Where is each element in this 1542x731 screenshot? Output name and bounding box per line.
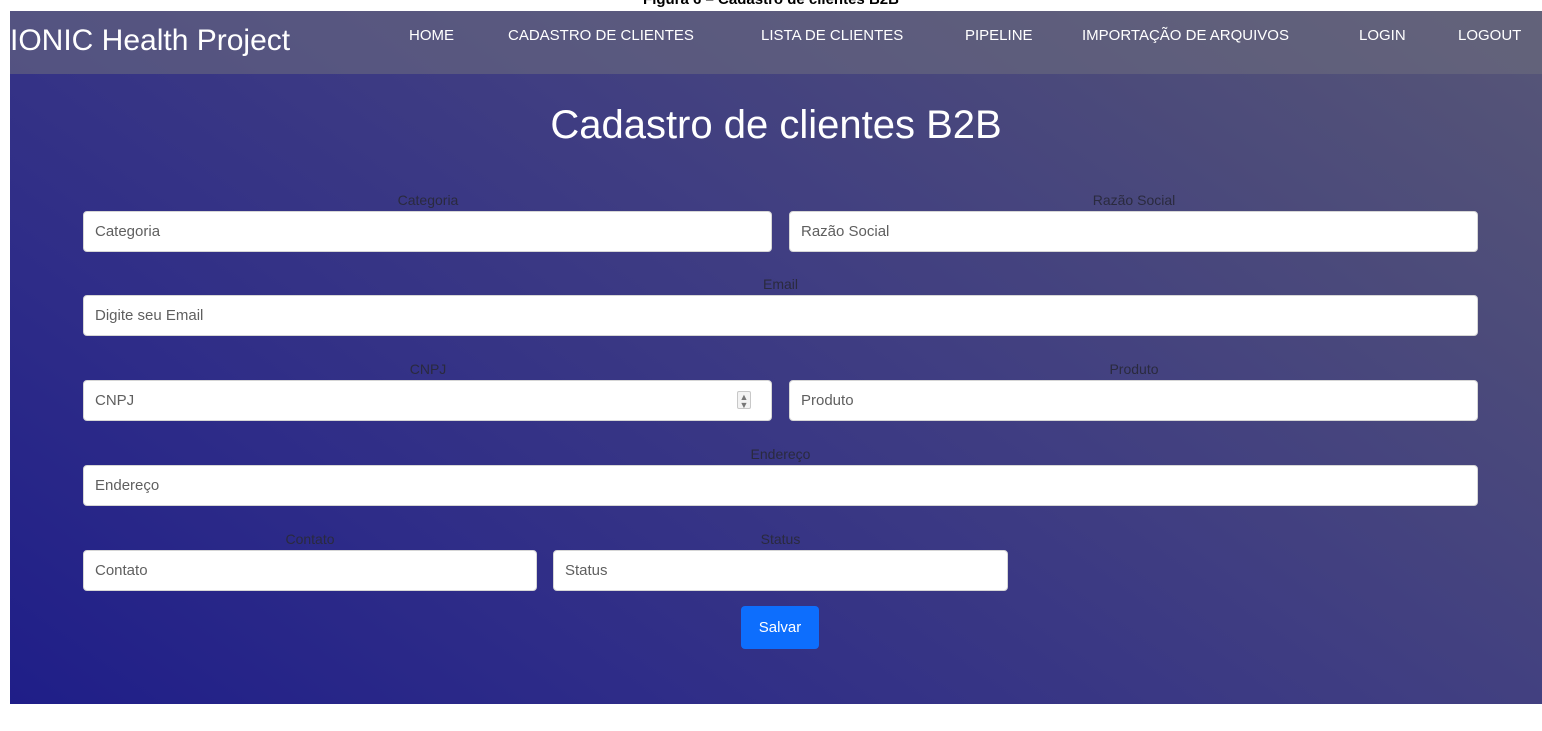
razao-social-input[interactable] <box>789 211 1478 252</box>
endereco-input[interactable] <box>83 465 1478 506</box>
save-button[interactable]: Salvar <box>741 606 819 649</box>
produto-input[interactable] <box>789 380 1478 421</box>
nav-link-home[interactable]: HOME <box>409 27 454 44</box>
navbar: IONIC Health Project HOME CADASTRO DE CL… <box>10 11 1542 74</box>
email-input[interactable] <box>83 295 1478 336</box>
nav-link-login[interactable]: LOGIN <box>1359 27 1406 44</box>
nav-link-logout[interactable]: LOGOUT <box>1458 27 1521 44</box>
cnpj-label: CNPJ <box>409 361 447 377</box>
nav-link-importacao-de-arquivos[interactable]: IMPORTAÇÃO DE ARQUIVOS <box>1082 27 1289 44</box>
status-label: Status <box>760 531 801 547</box>
brand-title[interactable]: IONIC Health Project <box>10 24 290 58</box>
page-title: Cadastro de clientes B2B <box>550 103 1002 147</box>
contato-label: Contato <box>285 531 335 547</box>
status-input[interactable] <box>553 550 1008 591</box>
nav-link-pipeline[interactable]: PIPELINE <box>965 27 1033 44</box>
razao-social-label: Razão Social <box>1092 192 1176 208</box>
endereco-label: Endereço <box>750 446 811 462</box>
contato-input[interactable] <box>83 550 537 591</box>
categoria-input[interactable] <box>83 211 772 252</box>
document-caption: Figura 6 – Cadastro de clientes B2B <box>0 0 1542 9</box>
categoria-label: Categoria <box>397 192 459 208</box>
email-label: Email <box>762 276 798 292</box>
nav-link-lista-de-clientes[interactable]: LISTA DE CLIENTES <box>761 27 903 44</box>
nav-link-cadastro-de-clientes[interactable]: CADASTRO DE CLIENTES <box>508 27 694 44</box>
app-window: IONIC Health Project HOME CADASTRO DE CL… <box>10 11 1542 704</box>
cnpj-input[interactable] <box>83 380 772 421</box>
produto-label: Produto <box>1109 361 1159 377</box>
number-spinner-icon[interactable]: ▲ ▼ <box>737 391 751 410</box>
